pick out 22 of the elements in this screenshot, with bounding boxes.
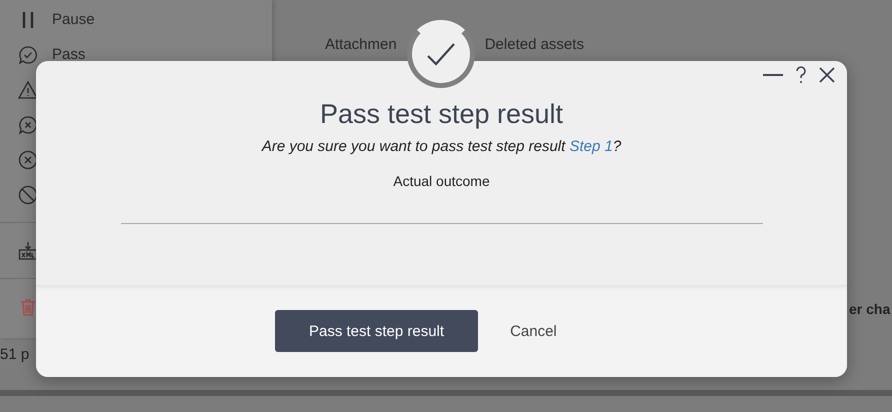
tab[interactable]: Deleted assets: [484, 36, 584, 53]
warning-icon: [18, 80, 38, 100]
block-icon: [18, 184, 38, 204]
speech-cross-icon: [18, 114, 38, 134]
confirmation-text: Are you sure you want to pass test step result Step 1?: [262, 138, 622, 155]
trash-icon: [18, 296, 38, 316]
close-icon[interactable]: [819, 67, 835, 83]
xml-export-icon: [18, 240, 38, 260]
field-label: Actual outcome: [393, 173, 490, 189]
confirm-button[interactable]: Pass test step result: [275, 310, 478, 352]
menu-item[interactable]: Pass: [52, 46, 86, 63]
cancel-button[interactable]: Cancel: [510, 310, 557, 352]
help-icon[interactable]: [795, 66, 807, 84]
cancel-icon: [18, 150, 38, 170]
dialog-title: Pass test step result: [320, 99, 564, 130]
time-text: 51 p: [0, 346, 30, 363]
step-link[interactable]: Step 1: [569, 138, 613, 155]
column-header: er cha: [849, 301, 890, 317]
tab[interactable]: Attachmen: [325, 36, 397, 53]
check-icon: [426, 42, 456, 66]
speech-check-icon: [18, 44, 38, 64]
menu-item[interactable]: Pause: [52, 11, 95, 28]
